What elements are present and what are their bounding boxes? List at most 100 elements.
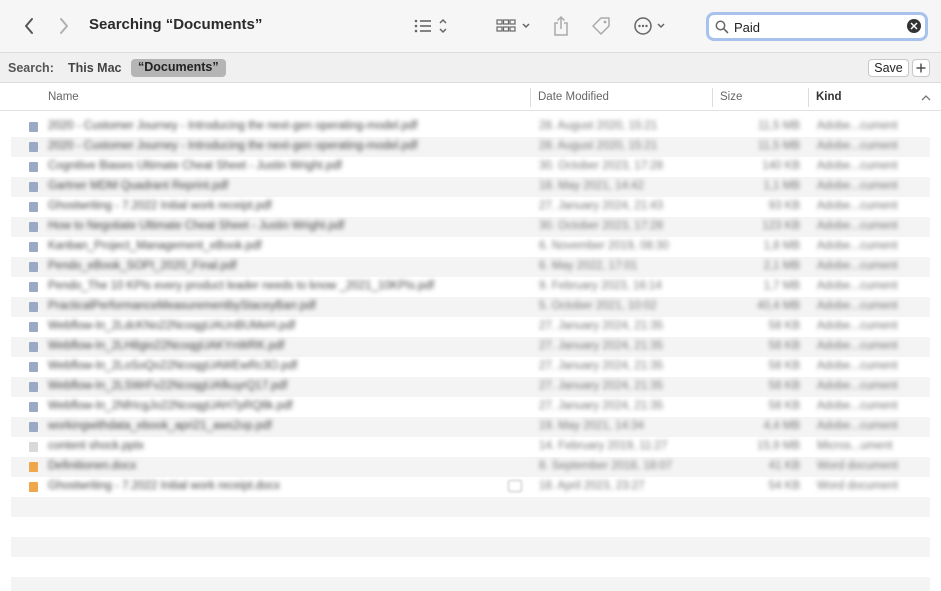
file-size: 58 KB <box>768 360 800 372</box>
file-kind: Micros...ument <box>817 440 893 452</box>
empty-row <box>11 517 930 537</box>
file-date-modified: 8. September 2018, 18:07 <box>539 460 672 472</box>
ellipsis-circle-icon <box>634 17 665 35</box>
file-size: 58 KB <box>768 340 800 352</box>
column-kind[interactable]: Kind <box>816 91 842 103</box>
column-divider[interactable] <box>712 88 713 107</box>
pdf-icon <box>29 402 38 412</box>
file-date-modified: 27. January 2024, 21:35 <box>539 360 664 372</box>
docx-icon <box>29 462 38 472</box>
file-list: 2020 - Customer Journey - Introducing th… <box>11 117 930 591</box>
file-kind: Adobe...cument <box>817 160 898 172</box>
share-button[interactable] <box>552 14 570 38</box>
file-kind: Adobe...cument <box>817 360 898 372</box>
back-button[interactable] <box>18 14 40 38</box>
file-kind: Adobe...cument <box>817 180 898 192</box>
file-name: content shock.pptx <box>48 440 144 452</box>
file-name: Definitionen.docx <box>48 460 137 472</box>
file-kind: Adobe...cument <box>817 220 898 232</box>
file-row[interactable]: Definitionen.docx 8. September 2018, 18:0… <box>11 457 930 477</box>
add-criteria-button[interactable] <box>912 59 930 77</box>
file-row[interactable]: workingwithdata_ebook_apri21_aws2op.pdf 1… <box>11 417 930 437</box>
column-divider[interactable] <box>808 88 809 107</box>
scope-this-mac-button[interactable]: This Mac <box>68 61 122 75</box>
file-row[interactable]: Pendo_eBook_SOPI_2020_Final.pdf 6. May 20… <box>11 257 930 277</box>
file-row[interactable]: Ghostwriting - 7.2022 Initial work recei… <box>11 197 930 217</box>
file-row[interactable]: Gartner MDM Quadrant Reprint.pdf 18. May … <box>11 177 930 197</box>
search-input[interactable] <box>734 18 904 36</box>
file-size: 4,4 MB <box>763 420 800 432</box>
file-kind: Adobe...cument <box>817 140 898 152</box>
file-size: 54 KB <box>768 480 800 492</box>
tag-button[interactable] <box>590 14 612 38</box>
file-size: 140 KB <box>762 160 800 172</box>
pdf-icon <box>29 322 38 332</box>
file-row[interactable]: 2020 - Customer Journey - Introducing th… <box>11 137 930 157</box>
file-date-modified: 28. August 2020, 15:21 <box>539 120 658 132</box>
file-kind: Word document <box>817 480 898 492</box>
empty-row <box>11 537 930 557</box>
column-size[interactable]: Size <box>720 91 742 103</box>
file-row[interactable]: PracticalPerformanceMeasurementbyStaceyB… <box>11 297 930 317</box>
file-row[interactable]: Webflow-In_2LdcKNo22NcoqgUAUnBUMeH.pdf 27… <box>11 317 930 337</box>
pdf-icon <box>29 182 38 192</box>
file-kind: Adobe...cument <box>817 400 898 412</box>
scope-documents-button[interactable]: “Documents” <box>131 59 226 77</box>
file-size: 2,1 MB <box>763 260 800 272</box>
file-row[interactable]: Pendo_The 10 KPIs every product leader n… <box>11 277 930 297</box>
file-row[interactable]: Webflow-In_2NfrIcgJo22NcoqgUAH7pRQ8k.pdf… <box>11 397 930 417</box>
file-kind: Adobe...cument <box>817 300 898 312</box>
group-button[interactable] <box>496 14 532 38</box>
pptx-icon <box>29 442 38 452</box>
docx-icon <box>29 482 38 492</box>
file-date-modified: 6. November 2019, 08:30 <box>539 240 669 252</box>
file-name: Pendo_The 10 KPIs every product leader n… <box>48 280 435 292</box>
file-name: Webflow-In_2LdcKNo22NcoqgUAUnBUMeH.pdf <box>48 320 296 332</box>
file-size: 11,5 MB <box>758 120 800 132</box>
pdf-icon <box>29 422 38 432</box>
pdf-icon <box>29 122 38 132</box>
file-name: Ghostwriting - 7.2022 Initial work recei… <box>48 480 281 492</box>
file-date-modified: 6. May 2022, 17:01 <box>539 260 638 272</box>
pdf-icon <box>29 362 38 372</box>
column-divider[interactable] <box>530 88 531 107</box>
file-size: 93 KB <box>768 200 800 212</box>
file-row[interactable]: Webflow-In_2LH8gio22NcoqgUAKYnWRK.pdf 27.… <box>11 337 930 357</box>
file-row[interactable]: Webflow-In_2LSWrFv22NcoqgUAfkuyrQ17.pdf 2… <box>11 377 930 397</box>
column-date-modified[interactable]: Date Modified <box>538 91 609 103</box>
file-row[interactable]: Cognitive Biases Ultimate Cheat Sheet - … <box>11 157 930 177</box>
file-row[interactable]: Kanban_Project_Management_eBook.pdf 6. No… <box>11 237 930 257</box>
file-kind: Adobe...cument <box>817 340 898 352</box>
file-size: 41 KB <box>768 460 800 472</box>
file-kind: Adobe...cument <box>817 420 898 432</box>
file-row[interactable]: content shock.pptx 14. February 2019, 11:… <box>11 437 930 457</box>
file-name: workingwithdata_ebook_apri21_aws2op.pdf <box>48 420 272 432</box>
file-name: Cognitive Biases Ultimate Cheat Sheet - … <box>48 160 342 172</box>
search-field[interactable] <box>706 12 928 41</box>
pdf-icon <box>29 262 38 272</box>
save-search-button[interactable]: Save <box>868 59 909 77</box>
file-size: 1,8 MB <box>763 240 800 252</box>
forward-button[interactable] <box>53 14 75 38</box>
file-date-modified: 18. May 2021, 14:42 <box>539 180 644 192</box>
clear-search-button[interactable] <box>907 19 921 33</box>
file-name: Ghostwriting - 7.2022 Initial work recei… <box>48 200 272 212</box>
file-size: 1,1 MB <box>763 180 800 192</box>
pdf-icon <box>29 222 38 232</box>
file-name: Webflow-In_2NfrIcgJo22NcoqgUAH7pRQ8k.pdf <box>48 400 293 412</box>
pdf-icon <box>29 242 38 252</box>
pdf-icon <box>29 142 38 152</box>
file-size: 58 KB <box>768 400 800 412</box>
grid-icon <box>496 19 530 32</box>
file-row[interactable]: How to Negotiate Ultimate Cheat Sheet - … <box>11 217 930 237</box>
file-row[interactable]: Ghostwriting - 7.2022 Initial work recei… <box>11 477 930 497</box>
list-view-button[interactable] <box>413 14 451 38</box>
plus-icon <box>916 63 926 73</box>
sort-ascending-icon <box>921 95 931 101</box>
file-kind: Adobe...cument <box>817 280 898 292</box>
file-size: 58 KB <box>768 320 800 332</box>
column-name[interactable]: Name <box>48 91 79 103</box>
file-row[interactable]: Webflow-In_2LoSoQo22NcoqgUAWEwRc3O.pdf 27… <box>11 357 930 377</box>
file-row[interactable]: 2020 - Customer Journey - Introducing th… <box>11 117 930 137</box>
more-actions-button[interactable] <box>633 14 669 38</box>
